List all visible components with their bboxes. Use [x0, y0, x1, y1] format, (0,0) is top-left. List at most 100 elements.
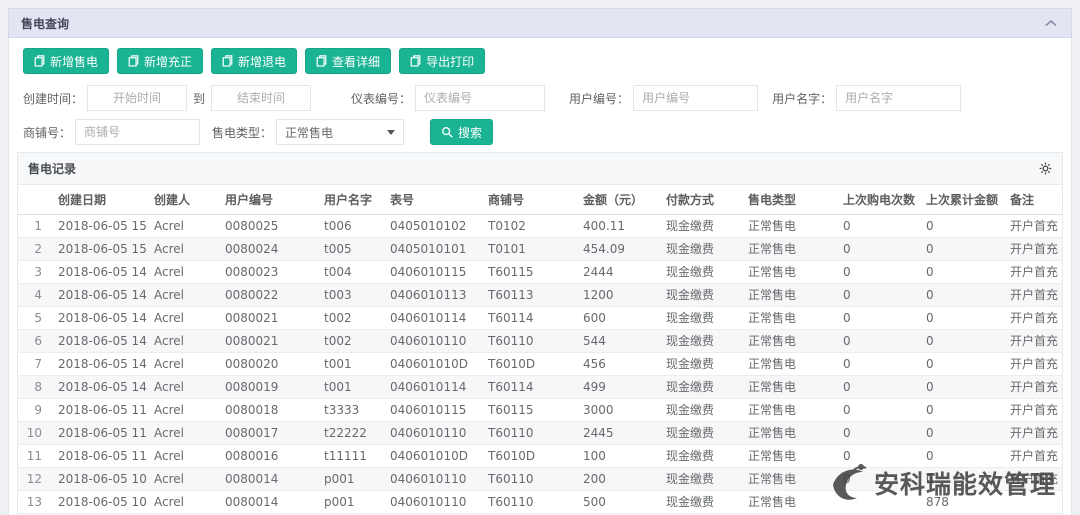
table-cell: T0102	[482, 215, 577, 238]
table-cell: t002	[318, 330, 384, 353]
table-cell: 开户首充	[1004, 238, 1062, 261]
table-row[interactable]: 112018-06-05 11:17:5Acrel0080016t1111104…	[18, 445, 1062, 468]
table-cell: t22222	[318, 422, 384, 445]
table-cell: 2018-06-05 15:50:1	[52, 238, 148, 261]
table-cell: T60115	[482, 261, 577, 284]
table-cell: T6010D	[482, 445, 577, 468]
copy-doc-icon	[316, 55, 327, 67]
button-label: 导出打印	[426, 53, 474, 70]
table-cell: 500	[577, 491, 660, 514]
table-cell: 0080020	[219, 353, 318, 376]
table-cell: Acrel	[148, 261, 219, 284]
new-recharge-button[interactable]: 新增充正	[117, 48, 203, 74]
table-cell: 3000	[577, 399, 660, 422]
table-cell: 现金缴费	[660, 307, 742, 330]
table-cell: 2018-06-05 14:33:2	[52, 261, 148, 284]
table-cell: 现金缴费	[660, 215, 742, 238]
table-row[interactable]: 92018-06-05 11:19:0Acrel0080018t33330406…	[18, 399, 1062, 422]
export-print-button[interactable]: 导出打印	[399, 48, 485, 74]
create-time-label: 创建时间：	[23, 90, 83, 107]
button-label: 搜索	[458, 124, 482, 141]
table-cell: Acrel	[148, 330, 219, 353]
table-cell: t001	[318, 376, 384, 399]
table-cell: 开户首充	[1004, 353, 1062, 376]
row-index-cell: 2	[18, 238, 52, 261]
collapse-panel-button[interactable]	[1043, 17, 1059, 29]
user-name-input[interactable]	[836, 85, 961, 111]
user-no-input[interactable]	[633, 85, 758, 111]
table-row[interactable]: 72018-06-05 14:30:1Acrel0080020t00104060…	[18, 353, 1062, 376]
copy-doc-icon	[34, 55, 45, 67]
row-index-cell: 12	[18, 468, 52, 491]
table-cell: 0406010114	[384, 307, 482, 330]
table-header-row: 创建日期 创建人 用户编号 用户名字 表号 商铺号 金额（元） 付款方式 售电类…	[18, 185, 1062, 215]
table-cell: 0	[920, 307, 1004, 330]
table-row[interactable]: 42018-06-05 14:33:0Acrel0080022t00304060…	[18, 284, 1062, 307]
table-cell: 现金缴费	[660, 422, 742, 445]
new-sale-button[interactable]: 新增售电	[23, 48, 109, 74]
table-cell: 0080021	[219, 330, 318, 353]
table-cell: T60113	[482, 284, 577, 307]
table-cell: Acrel	[148, 491, 219, 514]
table-cell: 2018-06-05 14:31:3	[52, 307, 148, 330]
table-cell: 0406010113	[384, 284, 482, 307]
table-cell: 2018-06-05 11:18:4	[52, 422, 148, 445]
end-time-input[interactable]	[211, 85, 311, 111]
records-panel: 售电记录	[17, 152, 1063, 515]
table-cell: 0406010115	[384, 261, 482, 284]
table-cell: t005	[318, 238, 384, 261]
table-cell: 2444	[577, 261, 660, 284]
column-header-user-no: 用户编号	[219, 185, 318, 215]
table-cell: t002	[318, 307, 384, 330]
meter-no-input[interactable]	[415, 85, 545, 111]
table-cell: 0080024	[219, 238, 318, 261]
table-row[interactable]: 12018-06-05 15:51:1Acrel0080025t00604050…	[18, 215, 1062, 238]
table-cell: p001	[318, 491, 384, 514]
table-cell: 正常售电	[742, 422, 837, 445]
table-cell: 0	[837, 468, 920, 491]
start-time-input[interactable]	[87, 85, 187, 111]
table-row[interactable]: 102018-06-05 11:18:4Acrel0080017t2222204…	[18, 422, 1062, 445]
table-cell: Acrel	[148, 284, 219, 307]
table-cell: 开户首充	[1004, 261, 1062, 284]
table-cell: t006	[318, 215, 384, 238]
table-cell: 开户首充	[1004, 376, 1062, 399]
table-cell: 454.09	[577, 238, 660, 261]
user-no-label: 用户编号：	[569, 90, 629, 107]
row-index-cell: 6	[18, 330, 52, 353]
row-index-cell: 10	[18, 422, 52, 445]
table-cell: 2018-06-05 14:33:0	[52, 284, 148, 307]
table-cell: 0	[837, 353, 920, 376]
table-cell: 开户首充	[1004, 284, 1062, 307]
table-cell: 0405010101	[384, 238, 482, 261]
table-cell: 0	[837, 330, 920, 353]
sale-type-select[interactable]: 正常售电	[276, 119, 404, 145]
table-row[interactable]: 52018-06-05 14:31:3Acrel0080021t00204060…	[18, 307, 1062, 330]
view-detail-button[interactable]: 查看详细	[305, 48, 391, 74]
copy-doc-icon	[222, 55, 233, 67]
table-cell: 400.11	[577, 215, 660, 238]
table-cell: 0	[837, 422, 920, 445]
table-cell: t3333	[318, 399, 384, 422]
table-settings-button[interactable]	[1039, 162, 1052, 175]
table-row[interactable]: 32018-06-05 14:33:2Acrel0080023t00404060…	[18, 261, 1062, 284]
table-cell: t001	[318, 353, 384, 376]
table-cell: T60114	[482, 376, 577, 399]
table-row[interactable]: 82018-06-05 14:01:3Acrel0080019t00104060…	[18, 376, 1062, 399]
table-row[interactable]: 122018-06-05 10:53:0Acrel0080014p0010406…	[18, 468, 1062, 491]
table-cell: 0080025	[219, 215, 318, 238]
new-refund-button[interactable]: 新增退电	[211, 48, 297, 74]
search-button[interactable]: 搜索	[430, 119, 493, 145]
shop-no-input[interactable]	[75, 119, 200, 145]
table-cell: 现金缴费	[660, 491, 742, 514]
table-cell: 正常售电	[742, 284, 837, 307]
table-row[interactable]: 22018-06-05 15:50:1Acrel0080024t00504050…	[18, 238, 1062, 261]
table-cell: 现金缴费	[660, 284, 742, 307]
table-cell: 现金缴费	[660, 468, 742, 491]
table-row[interactable]: 132018-06-05 10:49:5Acrel0080014p0010406…	[18, 491, 1062, 514]
row-index-cell: 7	[18, 353, 52, 376]
table-cell: 0	[920, 376, 1004, 399]
table-cell: 0	[837, 445, 920, 468]
table-row[interactable]: 62018-06-05 14:31:3Acrel0080021t00204060…	[18, 330, 1062, 353]
filter-row-1: 创建时间： 到 仪表编号： 用户编号： 用户名字：	[15, 84, 1065, 112]
